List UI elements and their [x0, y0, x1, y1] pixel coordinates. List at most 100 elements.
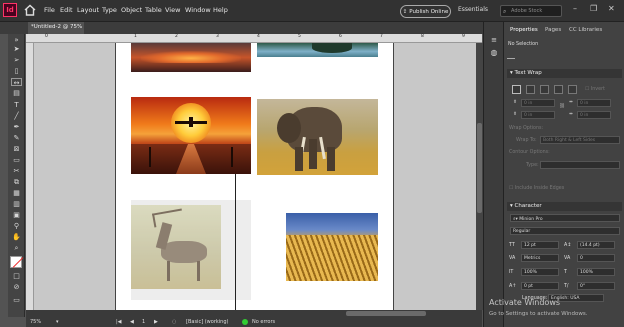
- type-tool-icon[interactable]: T: [11, 101, 22, 109]
- airplane-sunset-pier-image[interactable]: [131, 97, 251, 174]
- home-icon[interactable]: [24, 4, 36, 16]
- leading-field[interactable]: (14.4 pt): [577, 241, 615, 249]
- selection-tool-icon[interactable]: ➤: [11, 45, 22, 53]
- divider: [507, 58, 515, 59]
- vertical-scroll-thumb[interactable]: [477, 123, 482, 213]
- left-offset-field[interactable]: 0 in: [577, 99, 611, 107]
- link-offsets-icon[interactable]: ⛓: [559, 104, 565, 109]
- contour-options-label: Contour Options:: [509, 150, 550, 155]
- gradient-feather-tool-icon[interactable]: ▥: [11, 200, 22, 208]
- zoom-dropdown-icon[interactable]: ▾: [56, 319, 59, 325]
- rectangle-frame-tool-icon[interactable]: ⊠: [11, 145, 22, 153]
- tab-pages[interactable]: Pages: [545, 27, 561, 33]
- baseline-shift-field[interactable]: 0 pt: [521, 282, 559, 290]
- selection-status: No Selection: [508, 42, 539, 47]
- content-collector-icon[interactable]: ▤: [11, 89, 22, 97]
- page-tool-icon[interactable]: ▯: [11, 67, 22, 75]
- vertical-ruler[interactable]: [26, 43, 34, 317]
- pen-tool-icon[interactable]: ✒: [11, 123, 22, 131]
- menu-type[interactable]: Type: [102, 6, 117, 14]
- formatting-affects-icon[interactable]: □: [11, 272, 22, 280]
- horizontal-scroll-thumb[interactable]: [346, 311, 426, 316]
- zoom-level[interactable]: 75%: [30, 319, 41, 325]
- skew-field[interactable]: 0°: [577, 282, 615, 290]
- horizontal-scale-field[interactable]: 100%: [577, 268, 615, 276]
- kerning-field[interactable]: Metrics: [521, 254, 559, 262]
- top-offset-field[interactable]: 0 in: [521, 99, 555, 107]
- text-wrap-header[interactable]: ▾ Text Wrap: [507, 69, 622, 78]
- pencil-tool-icon[interactable]: ✎: [11, 134, 22, 142]
- vertical-scale-icon: IT: [509, 270, 514, 275]
- search-input[interactable]: ⌕ Adobe Stock: [500, 5, 562, 17]
- vertical-scale-field[interactable]: 100%: [521, 268, 559, 276]
- guide-line[interactable]: [235, 174, 236, 317]
- wheat-field-image[interactable]: [286, 213, 378, 281]
- lake-forest-image[interactable]: [257, 43, 378, 57]
- menu-object[interactable]: Object: [121, 6, 142, 14]
- bottom-offset-field[interactable]: 0 in: [521, 111, 555, 119]
- publish-online-button[interactable]: ⇪ Publish Online: [400, 5, 451, 18]
- menu-edit[interactable]: Edit: [60, 6, 73, 14]
- vertical-scrollbar[interactable]: [476, 43, 483, 310]
- minimize-button[interactable]: –: [573, 4, 577, 13]
- font-style-select[interactable]: Regular: [510, 227, 620, 235]
- preflight-profile[interactable]: [Basic] (working): [186, 319, 228, 325]
- wrap-bounding-box-icon[interactable]: [526, 85, 535, 94]
- menu-layout[interactable]: Layout: [77, 6, 99, 14]
- first-page-icon[interactable]: |◀: [116, 319, 122, 325]
- cc-libraries-panel-icon[interactable]: ◍: [489, 48, 499, 58]
- wrap-object-shape-icon[interactable]: [540, 85, 549, 94]
- restore-button[interactable]: ❐: [590, 4, 597, 13]
- menu-table[interactable]: Table: [145, 6, 162, 14]
- apply-none-icon[interactable]: ⊘: [11, 283, 22, 291]
- preflight-errors[interactable]: No errors: [252, 319, 275, 325]
- include-inside-edges-checkbox[interactable]: ☐ Include Inside Edges: [509, 186, 564, 191]
- rectangle-tool-icon[interactable]: ▭: [11, 156, 22, 164]
- document-tab[interactable]: *Untitled-2 @ 75% ✕: [28, 22, 84, 34]
- sunset-clouds-image[interactable]: [131, 43, 251, 72]
- scissors-tool-icon[interactable]: ✂: [11, 167, 22, 175]
- font-size-field[interactable]: 12 pt: [521, 241, 559, 249]
- horizontal-ruler[interactable]: 0 1 2 3 4 5 6 7 8 9: [26, 34, 482, 43]
- workspace-switcher[interactable]: Essentials: [458, 6, 488, 13]
- hand-tool-icon[interactable]: ✋: [11, 233, 22, 241]
- note-tool-icon[interactable]: ▣: [11, 211, 22, 219]
- eyedropper-tool-icon[interactable]: ⚲: [11, 222, 22, 230]
- direct-selection-tool-icon[interactable]: ➢: [11, 56, 22, 64]
- invert-checkbox[interactable]: ☐ Invert: [585, 87, 605, 92]
- menu-window[interactable]: Window: [185, 6, 211, 14]
- menu-file[interactable]: File: [44, 6, 55, 14]
- page-number[interactable]: 1: [142, 319, 145, 325]
- contour-type-select[interactable]: [540, 161, 620, 169]
- next-page-icon[interactable]: ▶: [154, 319, 158, 325]
- character-header[interactable]: ▾ Character: [507, 202, 622, 211]
- font-family-select[interactable]: ⌕▾ Minion Pro: [510, 214, 620, 222]
- tracking-field[interactable]: 0: [577, 254, 615, 262]
- properties-panel-icon[interactable]: ≡: [489, 36, 499, 44]
- ruler-tick-label: 2: [175, 34, 178, 39]
- fill-stroke-swatch[interactable]: [10, 256, 24, 268]
- horizontal-scrollbar[interactable]: [26, 310, 482, 318]
- jump-next-column-icon[interactable]: [568, 85, 577, 94]
- screen-mode-icon[interactable]: ▭: [11, 296, 22, 304]
- tab-properties[interactable]: Properties: [510, 27, 538, 33]
- menu-view[interactable]: View: [165, 6, 180, 14]
- jump-object-icon[interactable]: [554, 85, 563, 94]
- gap-tool-icon[interactable]: ↔: [11, 78, 22, 87]
- preflight-profile-icon[interactable]: ◌: [172, 319, 176, 325]
- right-offset-field[interactable]: 0 in: [577, 111, 611, 119]
- elk-meadow-image[interactable]: [131, 205, 221, 289]
- collapse-tools-icon[interactable]: »: [11, 36, 22, 44]
- leading-icon: A↕: [564, 243, 572, 248]
- gradient-swatch-tool-icon[interactable]: ▦: [11, 189, 22, 197]
- line-tool-icon[interactable]: ╱: [11, 112, 22, 120]
- free-transform-tool-icon[interactable]: ⧉: [11, 178, 22, 186]
- no-wrap-icon[interactable]: [512, 85, 521, 94]
- elephant-savanna-image[interactable]: [257, 99, 378, 175]
- zoom-tool-icon[interactable]: ⌕: [11, 244, 22, 252]
- wrap-to-select[interactable]: Both Right & Left Sides: [540, 136, 620, 144]
- prev-page-icon[interactable]: ◀: [130, 319, 134, 325]
- tab-cc-libraries[interactable]: CC Libraries: [569, 27, 602, 33]
- menu-help[interactable]: Help: [213, 6, 228, 14]
- close-button[interactable]: ✕: [608, 4, 615, 13]
